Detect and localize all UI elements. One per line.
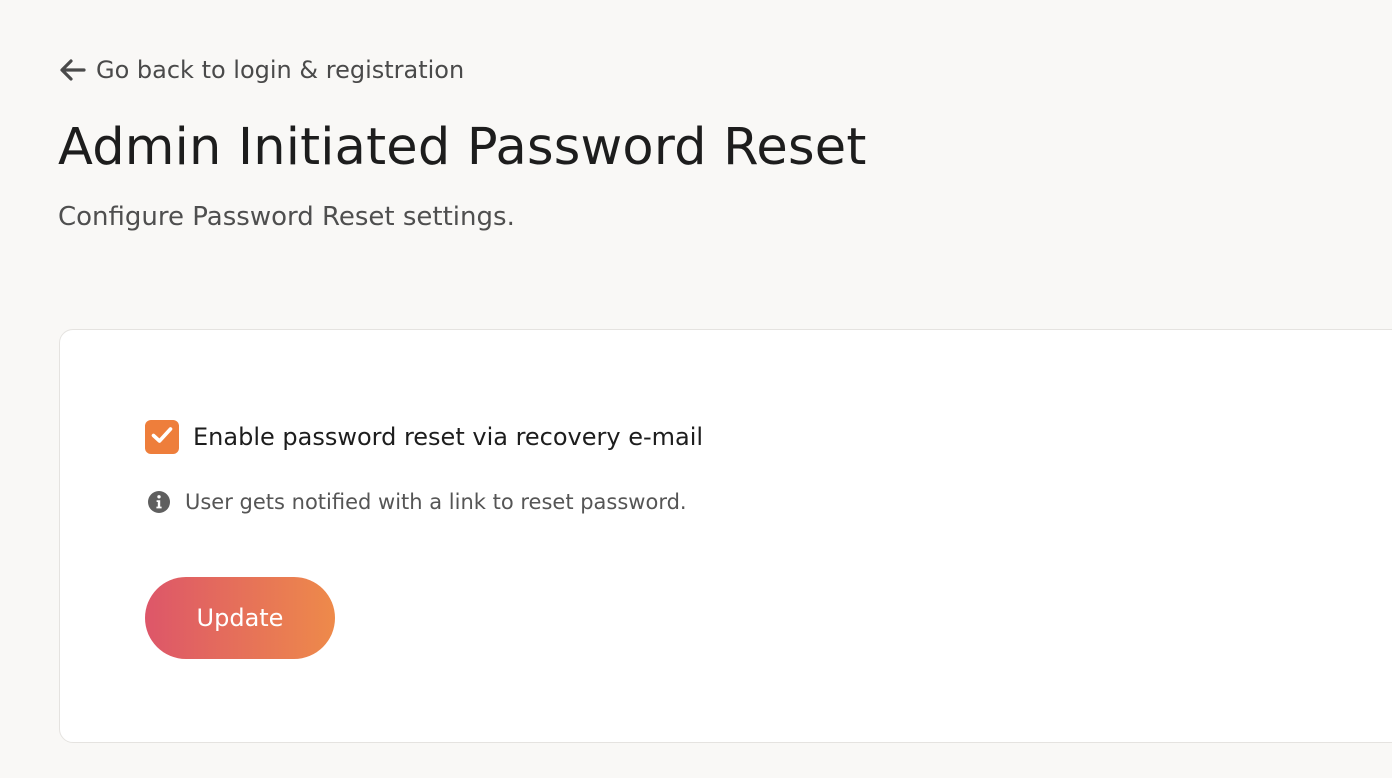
checkbox-label: Enable password reset via recovery e-mai… [193, 423, 704, 451]
page: Go back to login & registration Admin In… [0, 0, 1392, 778]
recovery-email-checkbox[interactable] [145, 420, 179, 454]
page-title: Admin Initiated Password Reset [58, 118, 867, 177]
update-button[interactable]: Update [145, 577, 335, 659]
hint-text: User gets notified with a link to reset … [185, 490, 687, 514]
back-link-label: Go back to login & registration [96, 56, 465, 84]
info-icon [147, 490, 171, 514]
arrow-left-icon [60, 59, 86, 81]
recovery-email-checkbox-row[interactable]: Enable password reset via recovery e-mai… [145, 420, 703, 454]
settings-card: Enable password reset via recovery e-mai… [59, 329, 1392, 743]
page-subtitle: Configure Password Reset settings. [58, 202, 515, 232]
back-link[interactable]: Go back to login & registration [60, 56, 464, 84]
checkmark-icon [151, 426, 173, 448]
hint: User gets notified with a link to reset … [147, 490, 687, 514]
